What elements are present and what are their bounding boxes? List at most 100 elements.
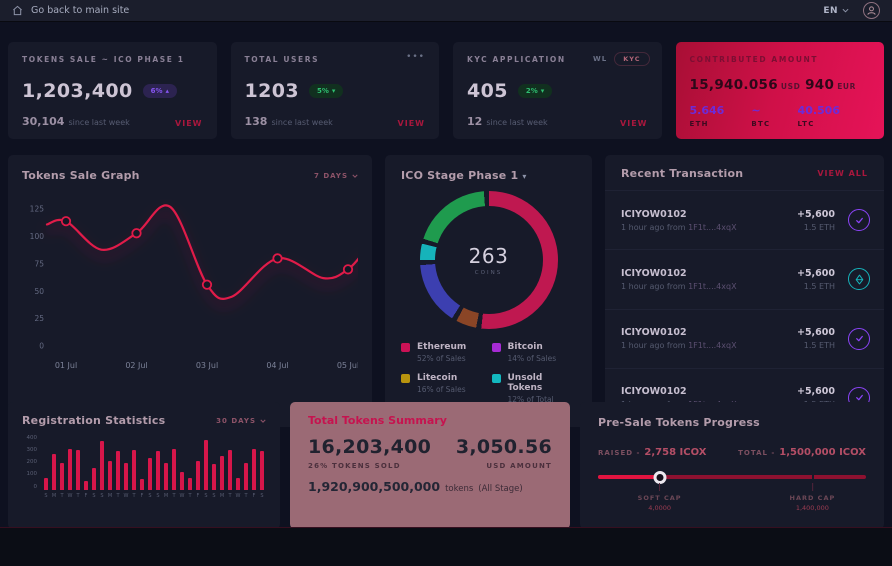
bar-slot: [242, 436, 250, 490]
user-avatar[interactable]: [863, 2, 880, 19]
registration-bar: [252, 449, 257, 490]
transaction-row[interactable]: ICIYOW0102 1 hour ago from 1F1t....4xqX …: [605, 191, 884, 250]
eth-amount: 5.646ETH: [690, 104, 725, 128]
presale-progress-slider: SOFT CAP 4,0000 HARD CAP 1,400,000: [598, 469, 866, 515]
day-label: F: [82, 493, 90, 499]
day-label: S: [202, 493, 210, 499]
footer-bar: [0, 527, 892, 566]
bar-slot: [66, 436, 74, 490]
ltc-amount: 40.506LTC: [798, 104, 840, 128]
more-options-icon[interactable]: •••: [406, 52, 425, 62]
day-label: W: [234, 493, 242, 499]
transaction-amount: +5,600: [797, 327, 835, 338]
card-title: TOKENS SALE ~ ICO PHASE 1: [22, 55, 203, 64]
legend-name: Bitcoin: [508, 342, 557, 352]
hardcap-marker: [812, 474, 814, 480]
day-label: T: [242, 493, 250, 499]
registration-bar: [220, 456, 225, 490]
registration-bar: [172, 449, 177, 490]
registration-bar: [60, 463, 65, 490]
range-dropdown-7days[interactable]: 7 DAYS: [314, 172, 358, 180]
usd-amount-label: USD AMOUNT: [456, 462, 552, 470]
check-icon[interactable]: [848, 328, 870, 350]
legend-swatch: [492, 374, 501, 383]
registration-bar: [156, 451, 161, 490]
bar-slot: [194, 436, 202, 490]
total-amount: TOTAL -1,500,000 ICOX: [738, 440, 866, 459]
day-label: T: [114, 493, 122, 499]
transaction-address: 1F1t....4xqX: [688, 282, 736, 291]
eur-amount: 940EUR: [805, 77, 856, 93]
bar-slot: [210, 436, 218, 490]
day-label: M: [162, 493, 170, 499]
day-label: S: [210, 493, 218, 499]
svg-text:125: 125: [30, 205, 45, 214]
day-label: S: [42, 493, 50, 499]
day-label: T: [170, 493, 178, 499]
tab-wl[interactable]: WL: [593, 55, 607, 63]
day-label: T: [74, 493, 82, 499]
check-icon[interactable]: [848, 209, 870, 231]
registration-bar: [204, 440, 209, 490]
view-all-link[interactable]: VIEW ALL: [817, 169, 868, 178]
total-tokens-summary-panel: Total Tokens Summary 16,203,400 26% TOKE…: [290, 402, 570, 529]
view-link[interactable]: VIEW: [398, 119, 425, 128]
trend-badge: 2%▾: [518, 84, 552, 98]
svg-text:50: 50: [34, 287, 44, 296]
kyc-value: 405: [467, 80, 508, 102]
bar-slot: [258, 436, 266, 490]
recent-transaction-panel: Recent Transaction VIEW ALL ICIYOW0102 1…: [605, 155, 884, 427]
transaction-eth: 1.5 ETH: [797, 282, 835, 291]
day-label: W: [122, 493, 130, 499]
registration-bar: [124, 463, 129, 490]
trend-badge: 6%▴: [143, 84, 177, 98]
btc-amount: ~BTC: [751, 104, 770, 128]
bar-slot: [130, 436, 138, 490]
registration-bar: [188, 478, 193, 490]
day-label: T: [58, 493, 66, 499]
all-stage-total: 1,920,900,500,000 tokens (All Stage): [308, 479, 552, 494]
topbar-right: EN: [823, 2, 880, 19]
transaction-row[interactable]: ICIYOW0102 1 hour ago from 1F1t....4xqX …: [605, 310, 884, 369]
delta-value: 30,104: [22, 115, 64, 128]
panel-title: Pre-Sale Tokens Progress: [598, 416, 866, 429]
transaction-row[interactable]: ICIYOW0102 1 hour ago from 1F1t....4xqX …: [605, 250, 884, 309]
view-link[interactable]: VIEW: [620, 119, 647, 128]
view-link[interactable]: VIEW: [175, 119, 202, 128]
registration-bar: [212, 464, 217, 490]
panel-title: Tokens Sale Graph: [22, 169, 140, 182]
legend-swatch: [401, 343, 410, 352]
presale-progress-panel: Pre-Sale Tokens Progress RAISED -2,758 I…: [580, 402, 884, 529]
day-label: F: [250, 493, 258, 499]
registration-bar: [116, 451, 121, 490]
back-to-main-site-link[interactable]: Go back to main site: [12, 5, 129, 16]
legend-detail: 52% of Sales: [417, 354, 466, 363]
trend-badge: 5%▾: [309, 84, 343, 98]
trend-up-icon: ▴: [165, 87, 169, 95]
usd-amount-value: 3,050.56: [456, 436, 552, 458]
registration-bar: [132, 450, 137, 490]
bar-slot: [106, 436, 114, 490]
transaction-amount: +5,600: [797, 386, 835, 397]
tokens-sold-label: 26% TOKENS SOLD: [308, 462, 431, 470]
transaction-address: 1F1t....4xqX: [688, 341, 736, 350]
registration-bar: [52, 454, 57, 490]
soft-cap-marker: SOFT CAP 4,0000: [638, 483, 682, 512]
registration-bar: [228, 450, 233, 490]
legend-detail: 14% of Sales: [508, 354, 557, 363]
day-label: T: [226, 493, 234, 499]
bar-y-axis: 4003002001000: [22, 436, 37, 490]
tab-kyc[interactable]: KYC: [614, 52, 649, 66]
svg-text:02 Jul: 02 Jul: [125, 361, 147, 370]
language-selector[interactable]: EN: [823, 6, 849, 16]
range-dropdown-30days[interactable]: 30 DAYS: [216, 417, 266, 425]
registration-bar: [236, 478, 241, 490]
stat-card-contributed-amount: CONTRIBUTED AMOUNT 15,940.056USD 940EUR …: [676, 42, 885, 139]
registration-bar: [44, 478, 49, 490]
stat-cards-row: TOKENS SALE ~ ICO PHASE 1 1,203,400 6%▴ …: [8, 42, 884, 139]
ethereum-icon[interactable]: [848, 268, 870, 290]
slider-handle[interactable]: [653, 471, 666, 484]
tokens-sold-block: 16,203,400 26% TOKENS SOLD: [308, 436, 431, 470]
ico-stage-dropdown[interactable]: ICO Stage Phase 1 ▾: [401, 169, 527, 182]
registration-bar: [196, 461, 201, 490]
